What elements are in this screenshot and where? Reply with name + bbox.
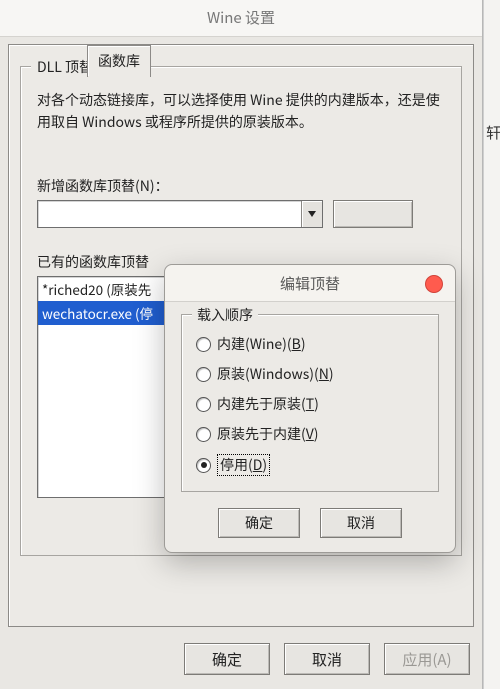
- radio-label: 内建先于原装(T): [217, 394, 319, 414]
- load-order-group: 载入顺序 内建(Wine)(B) 原装(Windows)(N) 内建先于原装(T…: [181, 314, 439, 492]
- dialog-cancel-button[interactable]: 取消: [320, 508, 402, 538]
- dialog-cancel-label: 取消: [347, 513, 375, 533]
- main-button-bar: 确定 取消 应用(A): [184, 643, 470, 675]
- radio-label: 原装(Windows)(N): [217, 364, 334, 384]
- edit-override-dialog: 编辑顶替 载入顺序 内建(Wine)(B) 原装(Windows)(N) 内建先…: [164, 264, 456, 553]
- radio-icon: [196, 427, 211, 442]
- radio-icon: [196, 367, 211, 382]
- close-icon[interactable]: [425, 275, 443, 293]
- radio-label: 原装先于内建(V): [217, 424, 319, 444]
- radio-disable[interactable]: 停用(D): [196, 449, 424, 481]
- dialog-body: 载入顺序 内建(Wine)(B) 原装(Windows)(N) 内建先于原装(T…: [165, 302, 455, 552]
- ok-label: 确定: [212, 649, 242, 670]
- radio-native[interactable]: 原装(Windows)(N): [196, 359, 424, 389]
- dialog-button-bar: 确定 取消: [181, 508, 439, 538]
- radio-builtin-then-native[interactable]: 内建先于原装(T): [196, 389, 424, 419]
- dialog-ok-label: 确定: [245, 513, 273, 533]
- cancel-label: 取消: [312, 649, 342, 670]
- background-window-sliver: 轩: [483, 0, 500, 689]
- window-title: Wine 设置: [207, 7, 275, 28]
- list-item[interactable]: *riched20 (原装先: [38, 277, 172, 301]
- new-override-input[interactable]: [38, 201, 301, 227]
- apply-label: 应用(A): [402, 649, 451, 670]
- combo-dropdown-button[interactable]: [301, 201, 322, 227]
- window-titlebar: Wine 设置: [0, 0, 482, 37]
- radio-native-then-builtin[interactable]: 原装先于内建(V): [196, 419, 424, 449]
- chevron-down-icon: [308, 211, 316, 217]
- cancel-button[interactable]: 取消: [284, 643, 370, 675]
- apply-button[interactable]: 应用(A): [384, 643, 470, 675]
- dialog-ok-button[interactable]: 确定: [218, 508, 300, 538]
- clipped-char: 轩: [486, 122, 500, 143]
- dll-description: 对各个动态链接库，可以选择使用 Wine 提供的内建版本，还是使用取自 Wind…: [37, 89, 445, 134]
- list-item[interactable]: wechatocr.exe (停: [38, 301, 172, 325]
- radio-label: 停用(D): [217, 454, 270, 476]
- radio-label: 内建(Wine)(B): [217, 334, 306, 354]
- ok-button[interactable]: 确定: [184, 643, 270, 675]
- add-override-button[interactable]: [333, 200, 413, 228]
- dialog-titlebar[interactable]: 编辑顶替: [165, 265, 455, 302]
- list-item-label: wechatocr.exe (停: [42, 303, 153, 323]
- new-override-label: 新增函数库顶替(N)：: [37, 176, 445, 196]
- existing-overrides-list[interactable]: *riched20 (原装先 wechatocr.exe (停: [37, 276, 173, 498]
- radio-icon: [196, 458, 211, 473]
- tab-libraries[interactable]: 函数库: [87, 45, 151, 77]
- tab-label: 函数库: [98, 51, 140, 71]
- list-item-label: *riched20 (原装先: [42, 279, 151, 299]
- radio-icon: [196, 397, 211, 412]
- load-order-legend: 载入顺序: [192, 305, 258, 325]
- new-override-combo[interactable]: [37, 200, 323, 228]
- radio-builtin[interactable]: 内建(Wine)(B): [196, 329, 424, 359]
- radio-icon: [196, 337, 211, 352]
- dialog-title: 编辑顶替: [280, 273, 340, 294]
